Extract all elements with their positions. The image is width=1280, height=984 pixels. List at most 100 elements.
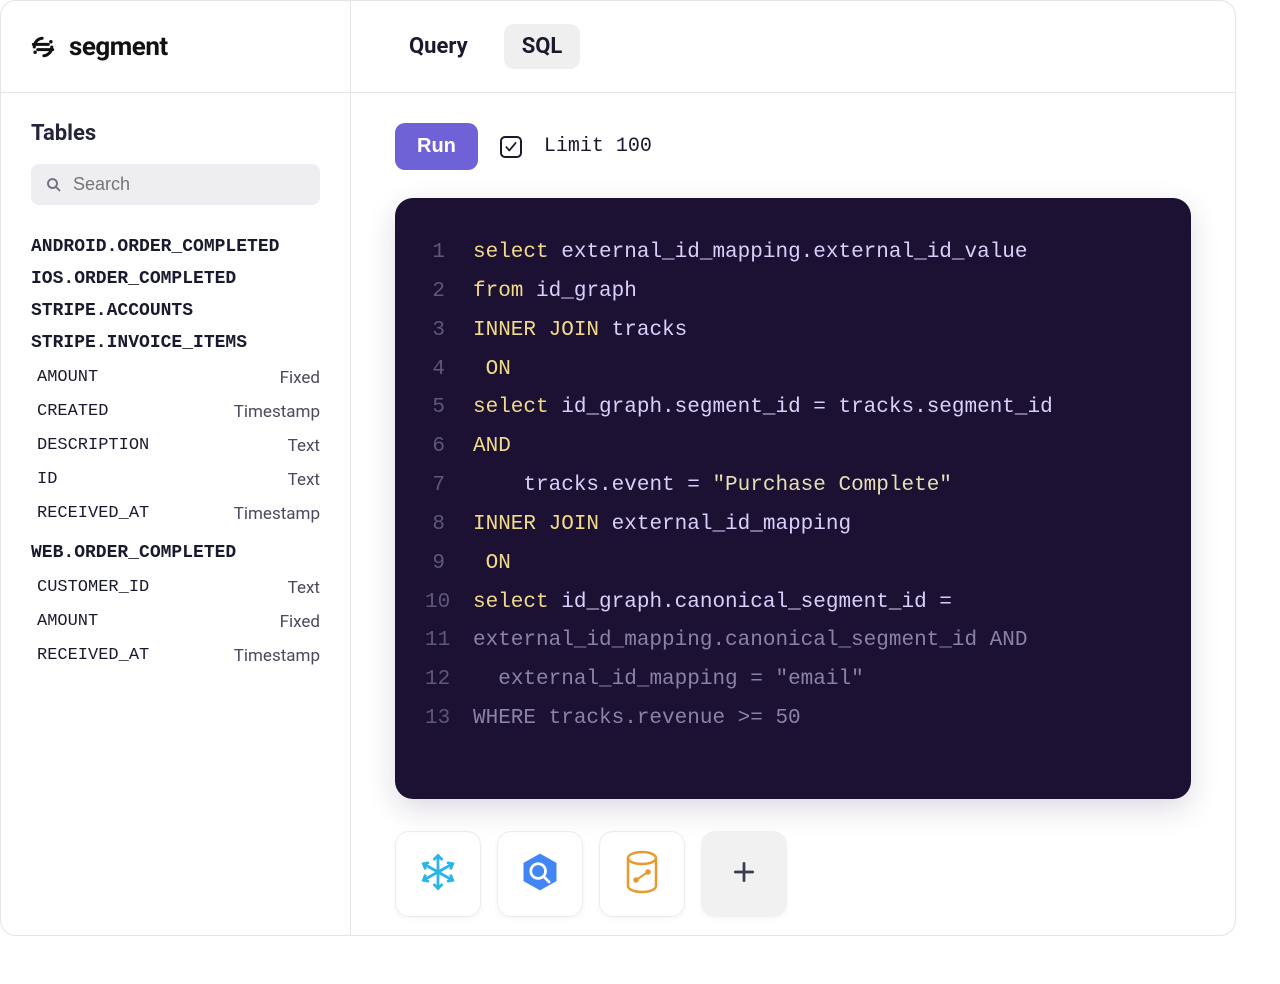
- column-type: Timestamp: [234, 402, 320, 422]
- code-line: 6AND: [425, 428, 1161, 467]
- column-name: RECEIVED_AT: [37, 504, 149, 524]
- logo-area: segment: [1, 1, 350, 93]
- tabs-row: Query SQL: [351, 1, 1235, 93]
- integration-bigquery[interactable]: [497, 831, 583, 917]
- column-row[interactable]: RECEIVED_AT Timestamp: [37, 639, 320, 673]
- table-item[interactable]: WEB.ORDER_COMPLETED: [31, 537, 320, 569]
- main-body: Run Limit 100 1select external_id_mappin…: [351, 93, 1235, 917]
- column-type: Fixed: [280, 612, 320, 632]
- bigquery-icon: [518, 850, 562, 898]
- run-button[interactable]: Run: [395, 123, 478, 170]
- line-number: 3: [425, 312, 473, 351]
- search-icon: [45, 176, 63, 194]
- table-item[interactable]: STRIPE.ACCOUNTS: [31, 295, 320, 327]
- line-number: 13: [425, 700, 473, 739]
- sql-editor[interactable]: 1select external_id_mapping.external_id_…: [395, 198, 1191, 799]
- column-row[interactable]: RECEIVED_AT Timestamp: [37, 497, 320, 531]
- limit-label: Limit 100: [544, 135, 652, 158]
- line-number: 9: [425, 545, 473, 584]
- column-type: Timestamp: [234, 504, 320, 524]
- line-content: ON: [473, 351, 511, 390]
- actions-row: Run Limit 100: [395, 123, 1191, 170]
- code-line: 5select id_graph.segment_id = tracks.seg…: [425, 389, 1161, 428]
- code-line: 11external_id_mapping.canonical_segment_…: [425, 622, 1161, 661]
- line-content: ON: [473, 545, 511, 584]
- tables-heading: Tables: [31, 121, 320, 146]
- add-integration-button[interactable]: [701, 831, 787, 917]
- segment-logo-icon: [29, 33, 57, 61]
- column-name: CREATED: [37, 402, 108, 422]
- plus-icon: [731, 859, 757, 889]
- line-number: 1: [425, 234, 473, 273]
- line-number: 4: [425, 351, 473, 390]
- line-content: select id_graph.segment_id = tracks.segm…: [473, 389, 1053, 428]
- line-number: 6: [425, 428, 473, 467]
- line-content: INNER JOIN external_id_mapping: [473, 506, 851, 545]
- column-row[interactable]: DESCRIPTION Text: [37, 429, 320, 463]
- line-content: external_id_mapping = "email": [473, 661, 864, 700]
- table-item[interactable]: IOS.ORDER_COMPLETED: [31, 263, 320, 295]
- column-row[interactable]: AMOUNT Fixed: [37, 605, 320, 639]
- integration-snowflake[interactable]: [395, 831, 481, 917]
- column-list: CUSTOMER_ID Text AMOUNT Fixed RECEIVED_AT Tim…: [31, 569, 320, 679]
- code-line: 13WHERE tracks.revenue >= 50: [425, 700, 1161, 739]
- app-frame: segment Tables ANDROID.ORDER_COMPLETEDIO…: [0, 0, 1236, 936]
- column-list: AMOUNT Fixed CREATED Timestamp DESCRIPTION Te…: [31, 359, 320, 537]
- line-content: external_id_mapping.canonical_segment_id…: [473, 622, 1028, 661]
- column-type: Text: [288, 470, 320, 490]
- limit-checkbox[interactable]: [500, 136, 522, 158]
- column-name: ID: [37, 470, 57, 490]
- integration-database[interactable]: [599, 831, 685, 917]
- code-line: 9 ON: [425, 545, 1161, 584]
- column-name: AMOUNT: [37, 368, 98, 388]
- column-row[interactable]: CREATED Timestamp: [37, 395, 320, 429]
- column-type: Fixed: [280, 368, 320, 388]
- integrations-row: [395, 831, 1191, 917]
- column-name: CUSTOMER_ID: [37, 578, 149, 598]
- code-line: 4 ON: [425, 351, 1161, 390]
- snowflake-icon: [416, 850, 460, 898]
- tables-list: ANDROID.ORDER_COMPLETEDIOS.ORDER_COMPLET…: [31, 231, 320, 679]
- column-name: AMOUNT: [37, 612, 98, 632]
- line-number: 12: [425, 661, 473, 700]
- sidebar: segment Tables ANDROID.ORDER_COMPLETEDIO…: [1, 1, 351, 935]
- sidebar-body: Tables ANDROID.ORDER_COMPLETEDIOS.ORDER_…: [1, 93, 350, 679]
- database-icon: [622, 850, 662, 898]
- line-number: 2: [425, 273, 473, 312]
- column-type: Text: [288, 578, 320, 598]
- code-line: 1select external_id_mapping.external_id_…: [425, 234, 1161, 273]
- code-line: 2from id_graph: [425, 273, 1161, 312]
- tab-sql[interactable]: SQL: [504, 24, 581, 69]
- line-number: 11: [425, 622, 473, 661]
- line-number: 8: [425, 506, 473, 545]
- line-content: AND: [473, 428, 511, 467]
- column-row[interactable]: ID Text: [37, 463, 320, 497]
- column-row[interactable]: CUSTOMER_ID Text: [37, 571, 320, 605]
- table-item[interactable]: STRIPE.INVOICE_ITEMS: [31, 327, 320, 359]
- column-row[interactable]: AMOUNT Fixed: [37, 361, 320, 395]
- line-content: select external_id_mapping.external_id_v…: [473, 234, 1028, 273]
- line-content: tracks.event = "Purchase Complete": [473, 467, 952, 506]
- line-content: INNER JOIN tracks: [473, 312, 687, 351]
- code-line: 10select id_graph.canonical_segment_id =: [425, 584, 1161, 623]
- column-type: Text: [288, 436, 320, 456]
- code-line: 8INNER JOIN external_id_mapping: [425, 506, 1161, 545]
- tab-query[interactable]: Query: [391, 24, 486, 69]
- main-panel: Query SQL Run Limit 100 1select external_…: [351, 1, 1235, 935]
- table-item[interactable]: ANDROID.ORDER_COMPLETED: [31, 231, 320, 263]
- code-line: 12 external_id_mapping = "email": [425, 661, 1161, 700]
- search-input[interactable]: [73, 174, 306, 195]
- column-type: Timestamp: [234, 646, 320, 666]
- search-box[interactable]: [31, 164, 320, 205]
- line-number: 7: [425, 467, 473, 506]
- code-line: 3INNER JOIN tracks: [425, 312, 1161, 351]
- line-content: WHERE tracks.revenue >= 50: [473, 700, 801, 739]
- column-name: RECEIVED_AT: [37, 646, 149, 666]
- logo-text: segment: [69, 32, 168, 62]
- column-name: DESCRIPTION: [37, 436, 149, 456]
- line-content: select id_graph.canonical_segment_id =: [473, 584, 952, 623]
- line-number: 10: [425, 584, 473, 623]
- line-content: from id_graph: [473, 273, 637, 312]
- line-number: 5: [425, 389, 473, 428]
- code-line: 7 tracks.event = "Purchase Complete": [425, 467, 1161, 506]
